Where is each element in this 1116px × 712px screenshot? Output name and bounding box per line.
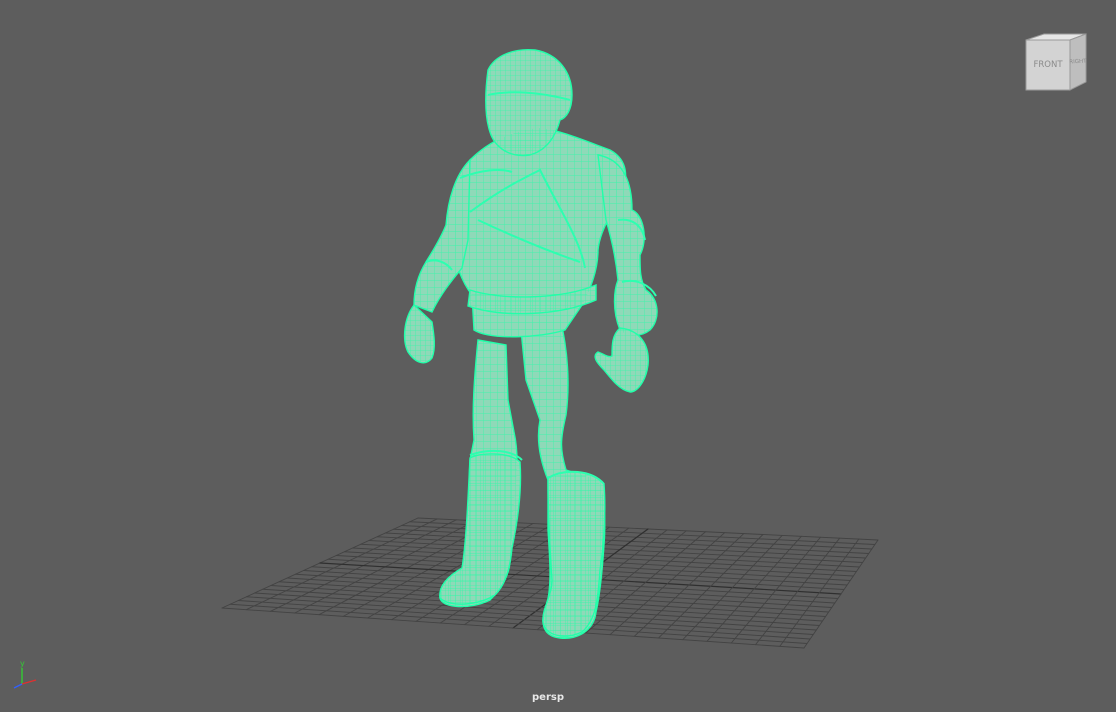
x-axis-line — [21, 679, 37, 685]
perspective-viewport[interactable]: FRONT RIGHT y persp — [0, 0, 1116, 712]
z-axis-line — [13, 683, 23, 689]
camera-name-label: persp — [532, 692, 564, 703]
view-cube-right-label: RIGHT — [1069, 59, 1087, 66]
grid-line — [803, 539, 879, 649]
scene-canvas[interactable] — [0, 0, 1116, 712]
axis-gizmo: y — [13, 659, 37, 689]
y-axis-label: y — [20, 659, 25, 668]
view-cube[interactable]: FRONT RIGHT — [1020, 30, 1094, 96]
view-cube-front-label: FRONT — [1033, 60, 1063, 70]
